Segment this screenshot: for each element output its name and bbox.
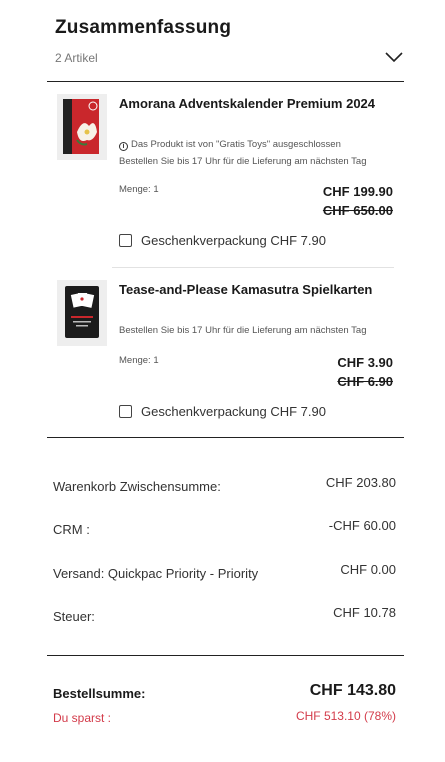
gift-wrap-checkbox[interactable] xyxy=(119,234,132,247)
divider xyxy=(47,655,404,656)
delivery-info: Bestellen Sie bis 17 Uhr für die Lieferu… xyxy=(119,325,367,336)
tax-label: Steuer: xyxy=(53,609,95,624)
order-total-value: CHF 143.80 xyxy=(309,682,396,699)
gift-wrap-option[interactable]: Geschenkverpackung CHF 7.90 xyxy=(119,404,326,419)
crm-value: -CHF 60.00 xyxy=(328,518,396,533)
product-image[interactable] xyxy=(57,280,107,346)
product-note: i Das Produkt ist von "Gratis Toys" ausge… xyxy=(119,138,399,151)
current-price: CHF 3.90 xyxy=(337,355,393,370)
current-price: CHF 199.90 xyxy=(322,184,393,199)
product-name[interactable]: Amorana Adventskalender Premium 2024 xyxy=(119,94,389,113)
crm-label: CRM : xyxy=(53,522,90,537)
divider xyxy=(47,437,404,438)
product-note-text: Das Produkt ist von "Gratis Toys" ausges… xyxy=(131,139,341,150)
shipping-label: Versand: Quickpac Priority - Priority xyxy=(53,566,259,581)
item-count: 2 Artikel xyxy=(55,51,98,65)
chevron-down-icon[interactable] xyxy=(384,51,404,63)
tax-value: CHF 10.78 xyxy=(333,605,396,620)
old-price: CHF 650.00 xyxy=(322,203,393,218)
gift-wrap-label: Geschenkverpackung CHF 7.90 xyxy=(141,233,326,248)
item-divider xyxy=(112,267,394,268)
subtotal-label: Warenkorb Zwischensumme: xyxy=(53,479,221,494)
product-name[interactable]: Tease-and-Please Kamasutra Spielkarten xyxy=(119,280,389,299)
shipping-value: CHF 0.00 xyxy=(340,562,396,577)
gift-wrap-checkbox[interactable] xyxy=(119,405,132,418)
savings-value: CHF 513.10 (78%) xyxy=(295,709,396,723)
order-total-label: Bestellsumme: xyxy=(53,686,146,701)
subtotal-value: CHF 203.80 xyxy=(325,475,396,490)
gift-wrap-option[interactable]: Geschenkverpackung CHF 7.90 xyxy=(119,233,326,248)
product-image[interactable] xyxy=(57,94,107,160)
delivery-info: Bestellen Sie bis 17 Uhr für die Lieferu… xyxy=(119,156,367,167)
summary-title: Zusammenfassung xyxy=(55,17,232,38)
divider xyxy=(47,81,404,82)
info-icon: i xyxy=(119,142,128,151)
savings-label: Du sparst : xyxy=(53,711,112,725)
gift-wrap-label: Geschenkverpackung CHF 7.90 xyxy=(141,404,326,419)
old-price: CHF 6.90 xyxy=(337,374,393,389)
